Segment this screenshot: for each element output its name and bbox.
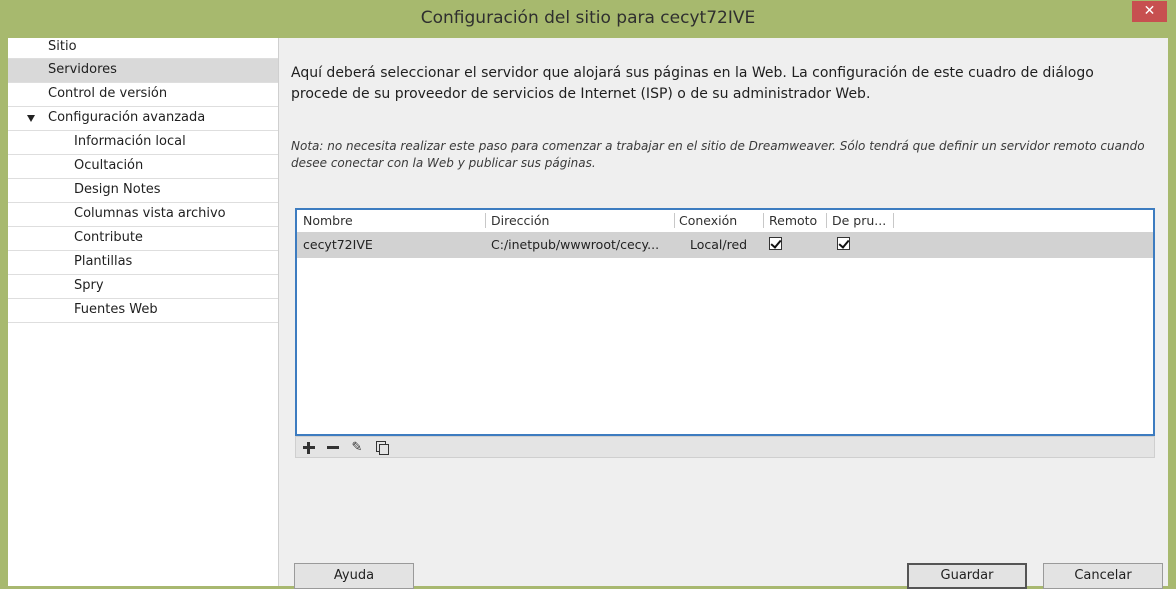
sidebar-item-label: Design Notes (74, 182, 161, 197)
site-setup-dialog: Configuración del sitio para cecyt72IVE … (0, 0, 1176, 589)
sidebar-item-fuentes-web[interactable]: Fuentes Web (8, 299, 278, 323)
close-button[interactable]: ✕ (1132, 1, 1167, 22)
column-separator[interactable] (826, 213, 827, 228)
column-header-direccion[interactable]: Dirección (491, 213, 549, 228)
server-address: C:/inetpub/wwwroot/cecy... (491, 237, 660, 252)
minus-icon[interactable] (322, 438, 344, 456)
sidebar-item-control-de-version[interactable]: Control de versión (8, 83, 278, 107)
sidebar-item-label: Fuentes Web (74, 302, 158, 317)
sidebar-item-contribute[interactable]: Contribute (8, 227, 278, 251)
sidebar-item-spry[interactable]: Spry (8, 275, 278, 299)
note-text: Nota: no necesita realizar este paso par… (291, 139, 1145, 170)
column-header-remoto[interactable]: Remoto (769, 213, 817, 228)
sidebar-item-servidores[interactable]: Servidores (8, 59, 278, 83)
intro-text: Aquí deberá seleccionar el servidor que … (291, 65, 1094, 102)
sidebar-item-label: Sitio (48, 39, 77, 54)
category-sidebar: Sitio Servidores Control de versión Conf… (8, 38, 279, 586)
plus-icon[interactable] (298, 438, 320, 456)
table-header: Nombre Dirección Conexión Remoto De pru.… (297, 210, 1153, 232)
duplicate-icon[interactable] (370, 438, 392, 456)
table-row[interactable]: cecyt72IVE C:/inetpub/wwwroot/cecy... Lo… (297, 232, 1153, 258)
sidebar-item-informacion-local[interactable]: Información local (8, 131, 278, 155)
save-button[interactable]: Guardar (907, 563, 1027, 589)
column-header-de-prueba[interactable]: De pru... (832, 213, 886, 228)
sidebar-item-plantillas[interactable]: Plantillas (8, 251, 278, 275)
sidebar-item-label: Control de versión (48, 86, 168, 101)
sidebar-item-sitio[interactable]: Sitio (8, 38, 278, 59)
sidebar-item-design-notes[interactable]: Design Notes (8, 179, 278, 203)
cancel-button[interactable]: Cancelar (1043, 563, 1163, 589)
column-header-nombre[interactable]: Nombre (303, 213, 353, 228)
sidebar-item-columnas-vista-archivo[interactable]: Columnas vista archivo (8, 203, 278, 227)
pencil-icon[interactable]: ✎ (346, 438, 368, 456)
testing-checkbox[interactable] (837, 237, 850, 250)
sidebar-item-label: Spry (74, 278, 104, 293)
column-separator[interactable] (763, 213, 764, 228)
sidebar-item-ocultacion[interactable]: Ocultación (8, 155, 278, 179)
servers-table[interactable]: Nombre Dirección Conexión Remoto De pru.… (295, 208, 1155, 436)
dialog-title: Configuración del sitio para cecyt72IVE (420, 8, 756, 28)
server-toolbar: ✎ (295, 436, 1155, 458)
sidebar-item-label: Columnas vista archivo (74, 206, 226, 221)
column-separator[interactable] (674, 213, 675, 228)
sidebar-item-label: Configuración avanzada (48, 110, 206, 125)
help-button[interactable]: Ayuda (294, 563, 414, 589)
sidebar-item-label: Ocultación (74, 158, 144, 173)
sidebar-item-label: Contribute (74, 230, 143, 245)
remote-checkbox[interactable] (769, 237, 782, 250)
sidebar-item-label: Plantillas (74, 254, 133, 269)
sidebar-item-configuracion-avanzada[interactable]: Configuración avanzada (8, 107, 278, 131)
column-separator[interactable] (485, 213, 486, 228)
dialog-content: Sitio Servidores Control de versión Conf… (8, 38, 1168, 589)
server-connection: Local/red (690, 237, 748, 252)
sidebar-item-label: Servidores (48, 62, 117, 77)
column-separator[interactable] (893, 213, 894, 228)
servers-panel: Aquí deberá seleccionar el servidor que … (279, 38, 1168, 589)
server-name: cecyt72IVE (303, 237, 373, 252)
expand-caret-icon[interactable] (27, 115, 35, 122)
title-bar: Configuración del sitio para cecyt72IVE … (0, 0, 1176, 38)
sidebar-item-label: Información local (74, 134, 186, 149)
column-header-conexion[interactable]: Conexión (679, 213, 737, 228)
